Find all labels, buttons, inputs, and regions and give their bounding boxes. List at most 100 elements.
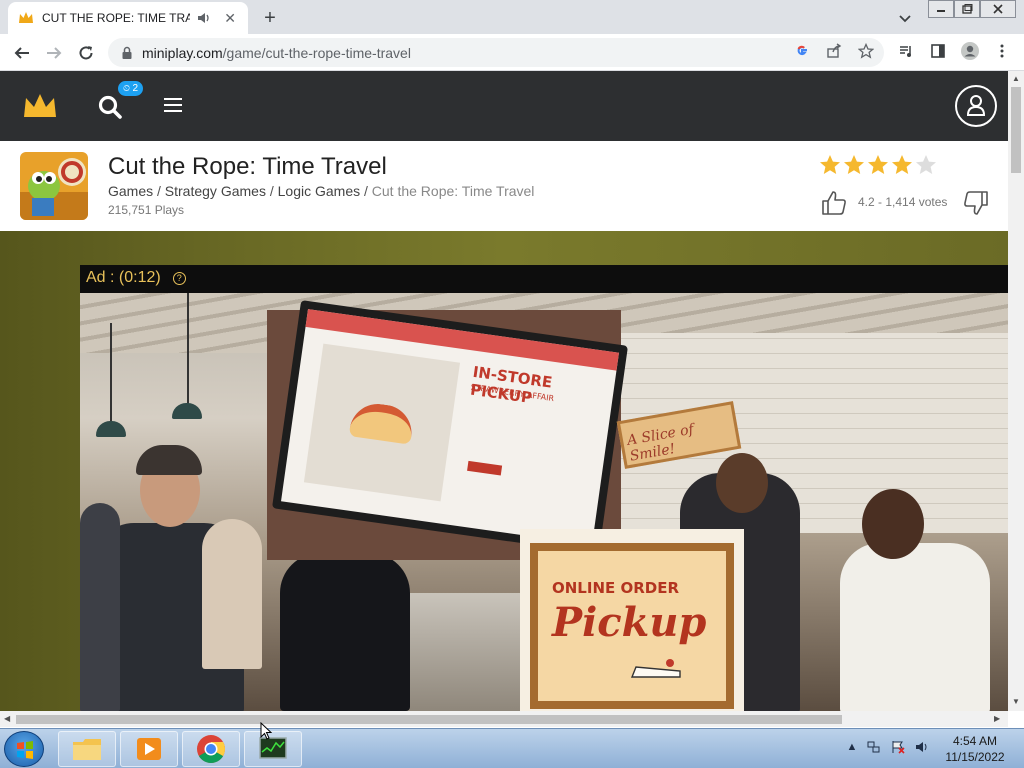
miniplay-crown-logo-icon[interactable] [22,92,58,120]
breadcrumb-current: Cut the Rope: Time Travel [371,183,535,199]
customer-background [202,519,262,669]
horizontal-scrollbar[interactable]: ◀ ▶ [0,711,1008,727]
windows-taskbar: ▲ 4:54 AM 11/15/2022 [0,728,1024,768]
star-filled-icon[interactable] [818,153,842,177]
browser-toolbar: miniplay.com/game/cut-the-rope-time-trav… [0,34,1024,71]
game-thumbnail[interactable] [20,152,88,220]
vertical-scrollbar[interactable]: ▲ ▼ [1008,71,1024,711]
website-monitor-graphic: IN-STORE PICKUP STRAWBERRY AFFAIR [267,300,629,560]
site-header: ⏲ 2 [0,71,1008,141]
profile-avatar-icon[interactable] [960,41,980,61]
chrome-icon [197,735,225,763]
speaker-audio-icon[interactable] [196,10,212,26]
star-filled-icon[interactable] [866,153,890,177]
cheesecake-image [348,400,416,445]
lamp-cord [187,293,189,405]
star-filled-icon[interactable] [842,153,866,177]
breadcrumb-separator: / [265,183,278,199]
scroll-down-arrow-icon[interactable]: ▼ [1012,697,1020,706]
forward-arrow-icon[interactable] [42,41,66,65]
notification-badge[interactable]: ⏲ 2 [118,81,144,96]
kebab-menu-icon[interactable] [992,41,1012,61]
scroll-right-arrow-icon[interactable]: ▶ [994,714,1000,723]
online-order-text: ONLINE ORDER [552,579,680,597]
browser-tab-strip: CUT THE ROPE: TIME TRAVEL ✕ + [0,0,1024,34]
breadcrumb: Games / Strategy Games / Logic Games / C… [108,183,534,199]
lamp-cord [110,323,112,423]
staff-woman-head [862,489,924,559]
ad-video-scene[interactable]: IN-STORE PICKUP STRAWBERRY AFFAIR A Slic… [80,293,1008,711]
user-account-button[interactable] [955,85,997,127]
network-icon[interactable] [866,739,882,755]
ad-label-text: Ad : (0:12) [86,269,161,286]
file-explorer-taskbar-button[interactable] [58,731,116,767]
browser-tab-active[interactable]: CUT THE ROPE: TIME TRAVEL ✕ [8,2,248,34]
star-filled-icon[interactable] [890,153,914,177]
media-player-icon [137,738,161,760]
user-icon [966,95,986,116]
windows-start-button[interactable] [4,731,44,767]
ad-countdown: Ad : (0:12) ? [86,269,186,287]
customer-woman [280,553,410,711]
breadcrumb-logic-games[interactable]: Logic Games [278,183,360,199]
address-bar[interactable]: miniplay.com/game/cut-the-rope-time-trav… [108,38,884,67]
customer-left [80,503,120,711]
star-rating[interactable] [818,153,938,177]
customer-man-hair [136,445,202,475]
star-empty-icon[interactable] [914,153,938,177]
mouse-pointer-icon [260,721,273,740]
tab-title: CUT THE ROPE: TIME TRAVEL [42,11,191,25]
pendant-lamp [96,421,126,437]
google-lens-icon[interactable] [792,41,812,61]
video-ad-frame[interactable]: Ad : (0:12) ? IN-STORE PICKUP STRAWBERRY… [80,265,1008,711]
lock-icon[interactable] [120,46,134,60]
online-order-pickup-sign: ONLINE ORDER Pickup [520,529,744,711]
ad-help-icon[interactable]: ? [172,271,186,285]
breadcrumb-games[interactable]: Games [108,183,153,199]
horizontal-scroll-thumb[interactable] [16,715,842,724]
scroll-up-arrow-icon[interactable]: ▲ [1012,74,1020,83]
action-center-flag-icon[interactable] [890,739,906,755]
breadcrumb-strategy-games[interactable]: Strategy Games [165,183,266,199]
bookmark-star-icon[interactable] [856,41,876,61]
game-title: Cut the Rope: Time Travel [108,153,387,180]
crown-favicon-icon [18,10,34,26]
chrome-taskbar-button[interactable] [182,731,240,767]
minimize-window-button[interactable] [928,0,954,18]
tab-close-icon[interactable]: ✕ [222,10,238,26]
volume-speaker-icon[interactable] [914,739,930,755]
thumbs-down-icon[interactable] [962,189,990,217]
restore-window-button[interactable] [954,0,980,18]
game-container: Ad : (0:12) ? IN-STORE PICKUP STRAWBERRY… [0,231,1008,711]
media-control-icon[interactable] [896,41,916,61]
url-domain: miniplay.com [142,44,223,61]
reload-icon[interactable] [74,41,98,65]
pie-slice-icon [630,657,684,681]
windows-logo-icon [17,741,33,759]
new-tab-button[interactable]: + [258,6,282,30]
tab-search-chevron-icon[interactable] [895,8,915,28]
pickup-text: Pickup [552,599,707,646]
breadcrumb-separator: / [360,183,372,199]
url-path: /game/cut-the-rope-time-travel [222,44,411,61]
show-hidden-icons-chevron-icon[interactable]: ▲ [844,739,860,755]
clock-date: 11/15/2022 [945,750,1005,764]
share-icon[interactable] [824,41,844,61]
vertical-scroll-thumb[interactable] [1011,87,1021,173]
task-manager-taskbar-button[interactable] [244,731,302,767]
breadcrumb-separator: / [153,183,165,199]
scroll-left-arrow-icon[interactable]: ◀ [4,714,10,723]
hamburger-menu-icon[interactable] [164,98,182,114]
back-arrow-icon[interactable] [10,41,34,65]
search-icon[interactable] [97,94,123,120]
thumbs-up-icon[interactable] [820,189,848,217]
side-panel-icon[interactable] [928,41,948,61]
game-info-bar: Cut the Rope: Time Travel Games / Strate… [0,141,1008,231]
media-player-taskbar-button[interactable] [120,731,178,767]
staff-woman [840,543,990,711]
close-window-button[interactable] [980,0,1016,18]
system-clock[interactable]: 4:54 AM 11/15/2022 [940,733,1010,765]
clock-time: 4:54 AM [952,734,998,748]
pendant-lamp [172,403,202,419]
play-count: 215,751 Plays [108,203,185,217]
